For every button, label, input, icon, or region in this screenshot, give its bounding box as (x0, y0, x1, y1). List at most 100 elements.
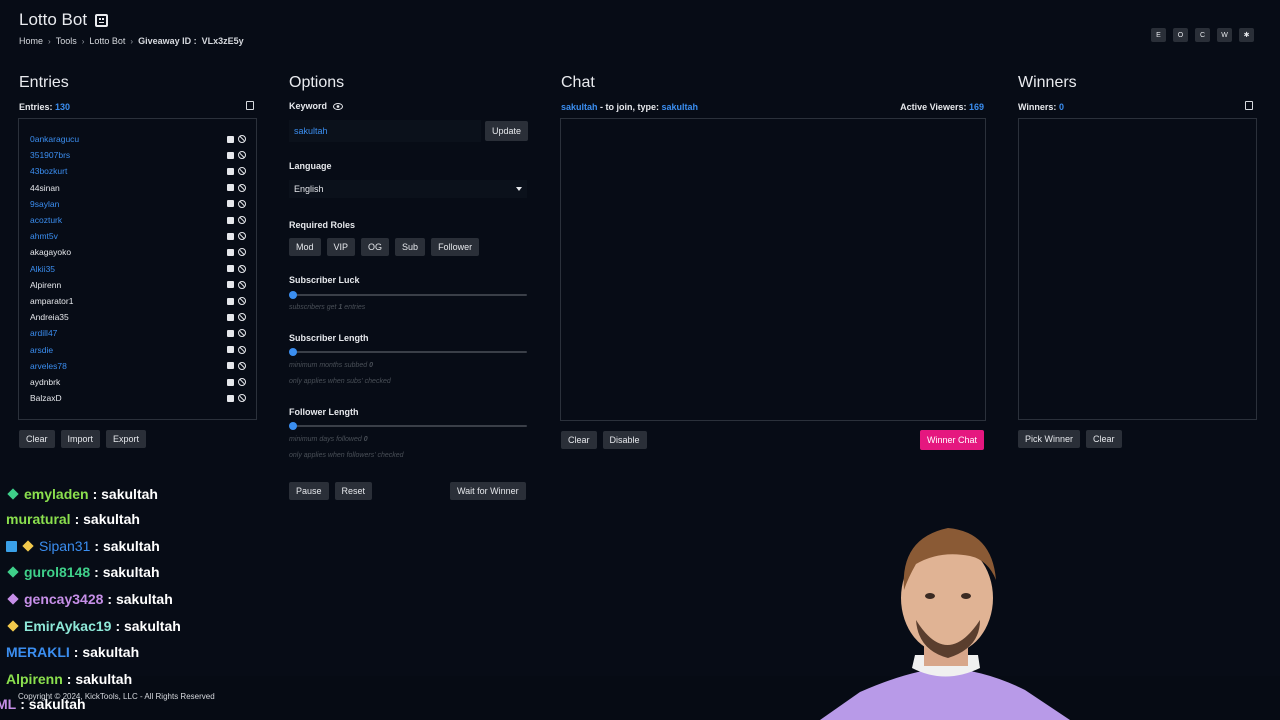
breadcrumb-home[interactable]: Home (19, 36, 43, 46)
entry-actions (227, 248, 246, 257)
entries-import-button[interactable]: Import (60, 430, 101, 448)
breadcrumb-lotto-bot[interactable]: Lotto Bot (89, 36, 125, 46)
eye-icon[interactable] (333, 102, 344, 110)
ban-icon[interactable] (238, 313, 246, 322)
entries-title: Entries (19, 74, 69, 91)
select-icon[interactable] (227, 167, 234, 175)
slider-thumb[interactable] (289, 291, 297, 299)
ban-icon[interactable] (238, 216, 246, 224)
chat-disable-button[interactable]: Disable (602, 431, 647, 449)
toggle-options-button[interactable]: O (1173, 28, 1188, 42)
chevron-right-icon: › (48, 36, 51, 46)
role-mod-toggle[interactable]: Mod (289, 238, 321, 256)
entry-username[interactable]: 0ankaragucu (30, 133, 79, 145)
entries-clear-button[interactable]: Clear (19, 430, 55, 448)
ban-icon[interactable] (238, 264, 246, 273)
entry-username[interactable]: aydnbrk (30, 376, 60, 388)
settings-icon[interactable]: ✱ (1239, 28, 1254, 42)
select-icon[interactable] (227, 184, 234, 192)
update-button[interactable]: Update (485, 121, 529, 141)
slider-thumb[interactable] (289, 348, 297, 356)
chat-text: : sakultah (66, 671, 133, 687)
select-icon[interactable] (227, 248, 234, 256)
entry-username[interactable]: akagayoko (30, 246, 71, 258)
winner-chat-button[interactable]: Winner Chat (920, 430, 985, 450)
entry-username[interactable]: BalzaxD (30, 392, 62, 404)
copy-icon[interactable] (1245, 101, 1253, 110)
role-sub-toggle[interactable]: Sub (395, 238, 426, 256)
select-icon[interactable] (227, 200, 234, 208)
select-icon[interactable] (227, 135, 234, 143)
role-og-toggle[interactable]: OG (361, 238, 390, 256)
chat-join-text: - to join, type: (597, 102, 662, 112)
entry-actions (227, 378, 246, 386)
toggle-chat-button[interactable]: C (1195, 28, 1210, 42)
subscriber-length-note: only applies when subs' checked (289, 378, 391, 385)
ban-icon[interactable] (238, 167, 246, 176)
follower-length-slider[interactable] (289, 422, 527, 430)
select-icon[interactable] (227, 313, 234, 321)
entry-username[interactable]: acozturk (30, 214, 62, 226)
ban-icon[interactable] (238, 248, 246, 257)
chat-feed[interactable] (560, 118, 986, 421)
ban-icon[interactable] (238, 135, 246, 143)
select-icon[interactable] (227, 346, 234, 354)
subscriber-luck-slider[interactable] (289, 291, 527, 299)
entry-username[interactable]: 9saylan (30, 198, 59, 210)
breadcrumb-tools[interactable]: Tools (56, 36, 77, 46)
select-icon[interactable] (227, 265, 234, 273)
select-icon[interactable] (227, 297, 234, 305)
select-icon[interactable] (227, 281, 234, 289)
chat-join-keyword: sakultah (661, 102, 699, 112)
chevron-down-icon (516, 187, 522, 191)
entry-username[interactable]: amparator1 (30, 295, 73, 307)
entry-username[interactable]: ahmt5v (30, 230, 58, 242)
copy-icon[interactable] (246, 101, 254, 110)
role-follower-toggle[interactable]: Follower (431, 238, 480, 256)
entries-list[interactable]: 0ankaragucu 351907brs 43bozkurt 44sinan 9say… (18, 118, 257, 420)
subscriber-length-slider[interactable] (289, 348, 527, 356)
toggle-winners-button[interactable]: W (1217, 28, 1232, 42)
select-icon[interactable] (227, 362, 234, 370)
pause-button[interactable]: Pause (289, 482, 329, 500)
entries-export-button[interactable]: Export (106, 430, 147, 448)
keyword-input[interactable]: sakultah (289, 120, 481, 142)
ban-icon[interactable] (238, 183, 246, 192)
ban-icon[interactable] (238, 151, 246, 160)
select-icon[interactable] (227, 394, 234, 402)
entry-username[interactable]: arveles78 (30, 360, 67, 372)
reset-button[interactable]: Reset (334, 482, 373, 500)
entry-username[interactable]: arsdie (30, 344, 53, 356)
select-icon[interactable] (227, 378, 234, 386)
ban-icon[interactable] (238, 280, 246, 289)
options-panel: Options Keyword sakultah Update Language… (272, 56, 542, 676)
ban-icon[interactable] (238, 345, 246, 354)
ban-icon[interactable] (238, 361, 246, 370)
entry-username[interactable]: Alkii35 (30, 263, 55, 275)
ban-icon[interactable] (238, 378, 246, 386)
ban-icon[interactable] (238, 297, 246, 305)
chat-clear-button[interactable]: Clear (561, 431, 597, 449)
ban-icon[interactable] (238, 394, 246, 403)
ban-icon[interactable] (238, 199, 246, 208)
entry-username[interactable]: Alpirenn (30, 279, 61, 291)
entry-username[interactable]: 44sinan (30, 182, 60, 194)
select-icon[interactable] (227, 151, 234, 159)
entry-username[interactable]: 43bozkurt (30, 165, 67, 177)
role-vip-toggle[interactable]: VIP (326, 238, 356, 256)
pick-winner-button[interactable]: Pick Winner (1018, 430, 1081, 448)
winners-list[interactable] (1018, 118, 1257, 420)
language-select[interactable]: English (289, 180, 527, 198)
entry-username[interactable]: Andreia35 (30, 311, 69, 323)
select-icon[interactable] (227, 329, 234, 337)
select-icon[interactable] (227, 216, 234, 224)
wait-for-winner-button[interactable]: Wait for Winner (450, 482, 526, 500)
ban-icon[interactable] (238, 329, 246, 338)
entry-username[interactable]: 351907brs (30, 149, 70, 161)
winners-clear-button[interactable]: Clear (1086, 430, 1122, 448)
toggle-entries-button[interactable]: E (1151, 28, 1166, 42)
entry-username[interactable]: ardill47 (30, 327, 57, 339)
select-icon[interactable] (227, 232, 234, 240)
slider-thumb[interactable] (289, 422, 297, 430)
ban-icon[interactable] (238, 232, 246, 241)
